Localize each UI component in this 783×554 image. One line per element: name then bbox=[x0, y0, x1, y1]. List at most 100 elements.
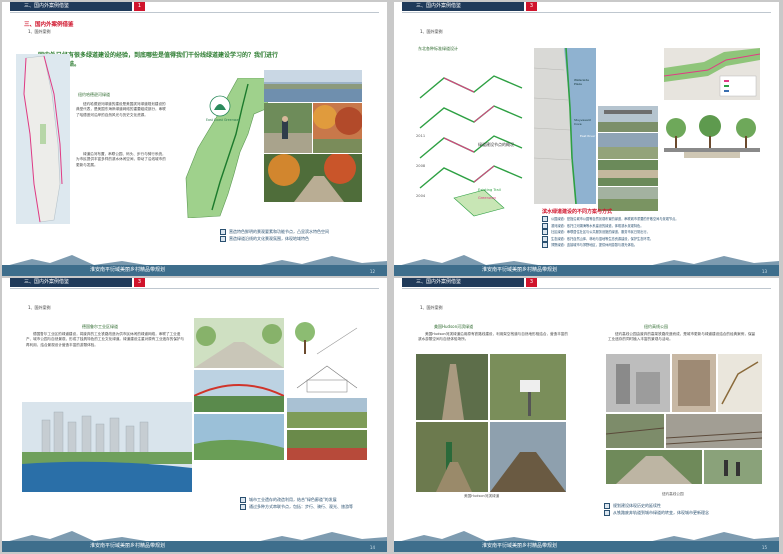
rendering-bridge bbox=[194, 370, 284, 412]
checkbox-icon bbox=[542, 229, 548, 236]
checkbox-icon bbox=[542, 216, 548, 222]
case-title: 德国鲁尔工业区绿道 bbox=[82, 324, 118, 329]
photo-park-path bbox=[264, 154, 362, 202]
photo-forest-path bbox=[416, 422, 488, 492]
subsection-title: 1、国外案例 bbox=[420, 305, 443, 310]
rendering-bike-path bbox=[194, 318, 284, 368]
methods-title: 滨水绿道建设的不同方案与方式 bbox=[542, 209, 613, 215]
checkbox-icon bbox=[542, 222, 548, 229]
photo-meadow bbox=[287, 398, 367, 428]
page-2: 三、国内外案例借鉴 3 1、国外案例 东北各种标准绿道设计 2011 2008 … bbox=[394, 2, 779, 276]
page-badge: 1 bbox=[134, 2, 145, 11]
case-right-paragraph: 纽约高线公园由废弃的高架铁路改造而成，是城市更新与绿道建设结合的经典案例，保留工… bbox=[608, 332, 756, 342]
photo-bridge-path bbox=[598, 106, 658, 132]
page-header: 三、国内外案例借鉴 1 bbox=[2, 2, 387, 14]
rendering-waterfront-park bbox=[194, 414, 284, 460]
case-paragraph: 德国鲁尔工业区的绿道建设，将废弃的工业铁路改造为供市民休闲的绿道网络，串联了工业… bbox=[26, 332, 185, 347]
page-footer: 淮安南平衍域美丽乡村精品带规划 15 bbox=[394, 528, 779, 552]
page-header: 三、国内外案例借鉴 3 bbox=[2, 278, 387, 290]
manhattan-map bbox=[16, 54, 70, 224]
page-number: 14 bbox=[369, 545, 375, 550]
note-item: 通过多种方式串联节点，包括：步行、骑行、观光、旅游等 bbox=[240, 503, 353, 510]
photo-caption-left: 美国Hudson河滨绿道 bbox=[464, 494, 500, 498]
map-label: Stuyvesant Cove bbox=[574, 118, 591, 126]
photo-boardwalk bbox=[416, 354, 488, 420]
photo-highline-plan bbox=[718, 354, 762, 412]
photo-highline-building bbox=[672, 354, 716, 412]
page-header: 三、国内外案例借鉴 3 bbox=[394, 2, 779, 14]
note-item: 从铁路废弃轨道到城市绿道的转变，体现城市更新理念 bbox=[604, 509, 709, 516]
year-label: 2011 bbox=[416, 134, 426, 138]
case-paragraph-1: 纽约哈德逊河绿道的建设是美国滨河绿道规划建设的典型代表，是美国东海岸绿道网络的重… bbox=[76, 102, 166, 117]
legend-greenway: Greenway bbox=[478, 196, 497, 200]
photo-highline-people bbox=[704, 450, 762, 484]
page-number: 13 bbox=[761, 269, 767, 274]
year-label: 2008 bbox=[416, 164, 426, 168]
case-right-title: 纽约高线公园 bbox=[644, 324, 668, 329]
checkbox-icon bbox=[542, 235, 548, 242]
notes-list: 营造特色鲜明的景观要素和功能节点，凸显滨水特色空间 营造绿道沿线的文化景观氛围，… bbox=[220, 228, 329, 242]
footer-title: 淮安南平衍域美丽乡村精品带规划 bbox=[2, 541, 387, 552]
street-section-sketch bbox=[664, 114, 760, 160]
headline: 国内外已经有很多绿道建设的经验，到底哪些是值得我们干份线绿道建设学习的？我们进行… bbox=[38, 52, 279, 68]
photo-highline-garden bbox=[606, 450, 702, 484]
checkbox-icon bbox=[604, 510, 610, 516]
photo-highline-tracks bbox=[606, 414, 664, 448]
chapter-title: 三、国内外案例借鉴 bbox=[10, 278, 132, 287]
case-left-paragraph: 美国Hudson河滨绿道沿用原有铁路线建设，利用架空栈道与自然地形相结合，营造丰… bbox=[418, 332, 568, 342]
case-title: 东北各种标准绿道设计 bbox=[418, 46, 458, 51]
header-rule bbox=[402, 288, 771, 289]
page-header: 三、国内外案例借鉴 3 bbox=[394, 278, 779, 290]
legend-existing: Existing Trail bbox=[478, 188, 501, 192]
photo-trail-sign bbox=[490, 354, 566, 420]
page-badge: 3 bbox=[134, 278, 145, 287]
chapter-title: 三、国内外案例借鉴 bbox=[402, 278, 524, 287]
page-footer: 淮安南平衍域美丽乡村精品带规划 14 bbox=[2, 528, 387, 552]
note-item: 郊野绿道：连接城市与郊野地区，提供休闲游憩与观光体验。 bbox=[542, 242, 679, 249]
chapter-title: 三、国内外案例借鉴 bbox=[402, 2, 524, 11]
photo-highline-rails bbox=[666, 414, 762, 448]
photo-elevated-walk bbox=[490, 422, 566, 492]
park-map bbox=[664, 48, 760, 100]
page-footer: 淮安南平衍域美丽乡村精品带规划 12 bbox=[2, 252, 387, 276]
page-badge: 3 bbox=[526, 278, 537, 287]
case-left-title: 美国Hudson河滨绿道 bbox=[434, 324, 474, 329]
page-footer: 淮安南平衍域美丽乡村精品带规划 13 bbox=[394, 252, 779, 276]
header-rule bbox=[10, 12, 379, 13]
map-badge: East Coast Greenway bbox=[206, 118, 241, 122]
page-number: 12 bbox=[369, 269, 375, 274]
footer-title: 淮安南平衍域美丽乡村精品带规划 bbox=[394, 541, 779, 552]
east-coast-map: East Coast Greenway bbox=[178, 78, 268, 218]
page-badge: 3 bbox=[526, 2, 537, 11]
notes-list: 规划建设体现历史的延续性 从铁路废弃轨道到城市绿道的转变，体现城市更新理念 bbox=[604, 502, 709, 516]
footer-title: 淮安南平衍域美丽乡村精品带规划 bbox=[394, 265, 779, 276]
footer-title: 淮安南平衍域美丽乡村精品带规划 bbox=[2, 265, 387, 276]
page-1: 三、国内外案例借鉴 1 三、国内外案例借鉴 1、国外案例 国内外已经有很多绿道建… bbox=[2, 2, 387, 276]
year-label: 2004 bbox=[416, 194, 426, 198]
sketch-pavilion bbox=[287, 358, 367, 396]
photo-waterfront bbox=[598, 133, 658, 159]
note-item: 公园绿道：是指沿城市公园等自然景观布置的绿道，串联城市重要的开敞空间与景观节点。 bbox=[542, 216, 679, 223]
photo-promenade bbox=[598, 160, 658, 186]
subsection-title: 1、国外案例 bbox=[28, 305, 51, 310]
photo-garden bbox=[287, 430, 367, 460]
sketch-trees bbox=[287, 318, 367, 356]
note-item: 营造绿道沿线的文化景观氛围，体现地域特色 bbox=[220, 235, 329, 242]
checkbox-icon bbox=[542, 242, 548, 249]
greenway-stages-diagram: 2011 2008 2004 bbox=[414, 58, 532, 218]
subsection-title: 1、国外案例 bbox=[420, 29, 443, 34]
methods-list: 公园绿道：是指沿城市公园等自然景观布置的绿道，串联城市重要的开敞空间与景观节点。… bbox=[542, 216, 679, 249]
map-label: East River bbox=[580, 134, 596, 138]
note-item: 营造特色鲜明的景观要素和功能节点，凸显滨水特色空间 bbox=[220, 228, 329, 235]
waterfront-map: Waterside Plaza Stuyvesant Cove East Riv… bbox=[534, 48, 596, 204]
subsection-title: 1、国外案例 bbox=[28, 29, 51, 34]
section-title: 三、国内外案例借鉴 bbox=[24, 22, 74, 28]
page-4: 三、国内外案例借鉴 3 1、国外案例 美国Hudson河滨绿道 美国Hudson… bbox=[394, 278, 779, 552]
city-aerial-rendering bbox=[22, 402, 192, 492]
note-item: 规划建设体现历史的延续性 bbox=[604, 502, 709, 509]
photo-autumn-trees bbox=[313, 103, 362, 153]
note-item: 生态绿道：依托自然山体、林地与湿地等生态资源建设，保护生态环境。 bbox=[542, 235, 679, 243]
checkbox-icon bbox=[220, 236, 226, 242]
caption-title: 绿道建设节点的概况 bbox=[478, 142, 514, 147]
photo-caption-right: 纽约高线公园 bbox=[662, 492, 684, 496]
